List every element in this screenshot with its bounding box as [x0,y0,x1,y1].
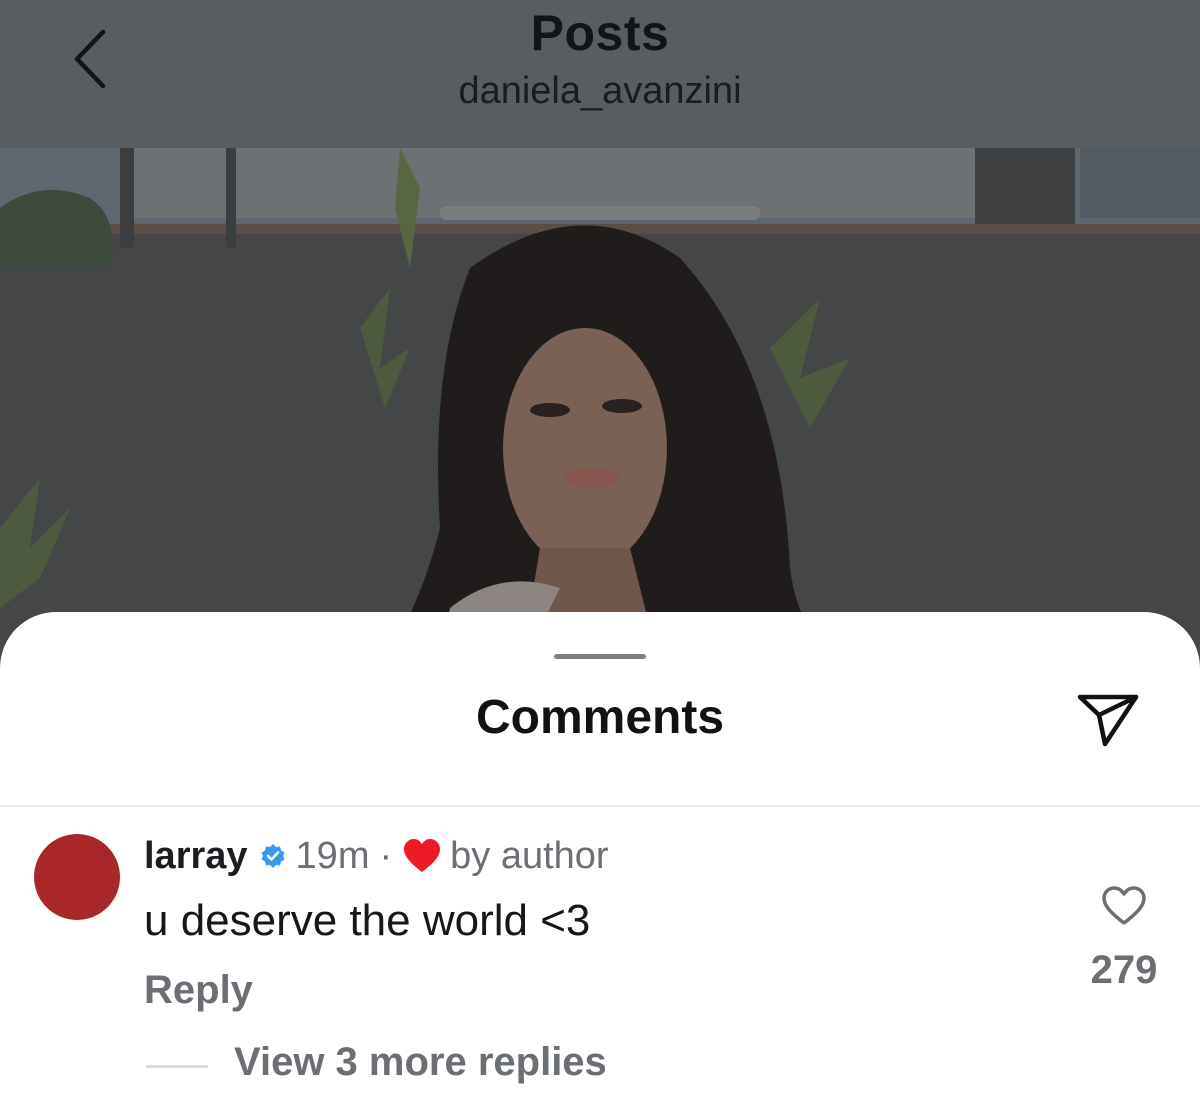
comments-title: Comments [475,691,725,744]
meta-separator: · [379,834,393,877]
replies-line [146,1065,208,1068]
like-button[interactable] [1096,882,1152,934]
comment-item: larray 19m · by author u deserve the wor… [0,808,1200,1110]
page-subtitle-username[interactable]: daniela_avanzini [0,70,1200,113]
verified-badge-icon [260,843,286,869]
view-replies-button[interactable]: View 3 more replies [234,1040,607,1085]
divider [0,805,1200,807]
heart-outline-icon [1101,885,1147,932]
comment-username[interactable]: larray [144,835,248,878]
liked-by-author-label: by author [450,834,609,877]
reply-button[interactable]: Reply [144,968,253,1013]
like-count: 279 [1090,948,1158,992]
page-title: Posts [530,5,670,61]
avatar[interactable] [34,834,120,920]
sheet-grabber[interactable] [554,654,646,659]
comment-timestamp: 19m [295,834,370,877]
paper-plane-icon [1075,689,1141,754]
comment-text: u deserve the world <3 [144,896,591,945]
heart-filled-icon [402,838,442,874]
share-button[interactable] [1072,688,1144,754]
comments-sheet: Comments larray 19m · by author u deserv… [0,612,1200,1110]
header-bar: Posts daniela_avanzini [0,0,1200,148]
comment-meta: larray 19m · by author [144,830,609,882]
post-photo [0,148,1200,668]
